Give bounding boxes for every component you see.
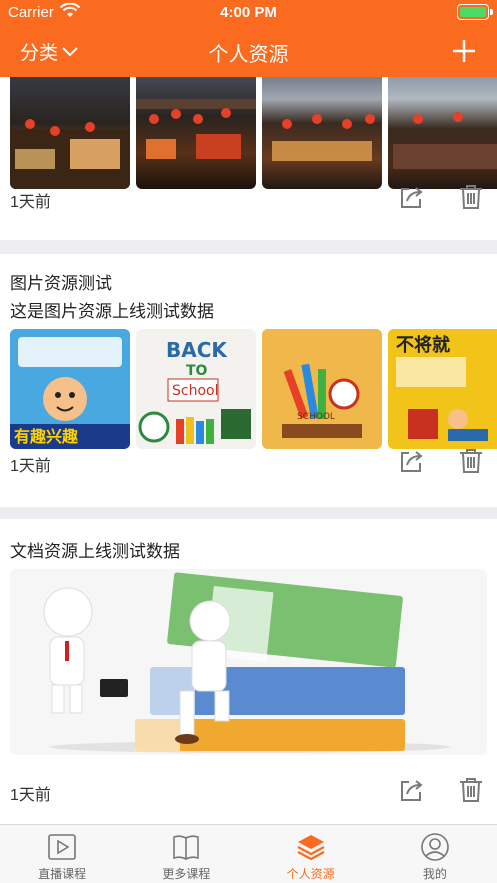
tab-me[interactable]: 我的 <box>373 825 497 883</box>
svg-text:School: School <box>172 383 218 399</box>
image-thumbnail[interactable] <box>10 77 130 189</box>
svg-text:TO: TO <box>186 363 208 379</box>
status-bar: Carrier 4:00 PM <box>0 0 497 26</box>
share-icon[interactable] <box>397 776 425 804</box>
image-thumbnail[interactable]: SCHOOL <box>262 329 382 449</box>
resource-card[interactable]: 1天前 <box>0 77 497 240</box>
tab-more-courses[interactable]: 更多课程 <box>124 825 248 883</box>
play-icon <box>48 834 76 860</box>
resource-list[interactable]: 1天前 图片资源测试 这是图片资源上线测试数据 有趣兴趣 BACK TO Sch… <box>0 77 497 824</box>
card-actions <box>397 447 485 475</box>
tab-personal-resources[interactable]: 个人资源 <box>249 825 373 883</box>
resource-card[interactable]: 文档资源上线测试数据 1天前 <box>0 519 497 824</box>
top-bar: Carrier 4:00 PM 分类 个人资源 <box>0 0 497 77</box>
image-gallery: 有趣兴趣 BACK TO School SCHOOL 不将就 <box>10 329 497 449</box>
share-icon[interactable] <box>397 447 425 475</box>
tab-label: 更多课程 <box>162 867 211 881</box>
share-icon[interactable] <box>397 183 425 211</box>
image-thumbnail[interactable]: BACK TO School <box>136 329 256 449</box>
battery-icon <box>457 4 493 20</box>
tab-bar: 直播课程 更多课程 个人资源 我的 <box>0 824 497 883</box>
user-icon <box>421 833 449 861</box>
image-thumbnail[interactable]: 不将就 <box>388 329 497 449</box>
card-title: 文档资源上线测试数据 <box>10 542 180 561</box>
card-actions <box>397 776 485 804</box>
card-actions <box>397 183 485 211</box>
card-time: 1天前 <box>10 194 51 211</box>
image-thumbnail[interactable] <box>262 77 382 189</box>
trash-icon[interactable] <box>457 776 485 804</box>
trash-icon[interactable] <box>457 183 485 211</box>
svg-text:有趣兴趣: 有趣兴趣 <box>14 427 79 446</box>
layers-icon <box>297 835 325 861</box>
page-title: 个人资源 <box>208 44 289 66</box>
tab-live-courses[interactable]: 直播课程 <box>0 825 124 883</box>
svg-text:SCHOOL: SCHOOL <box>297 412 335 422</box>
image-gallery <box>10 77 497 189</box>
tab-label: 直播课程 <box>38 867 87 881</box>
document-cover-image[interactable] <box>10 569 487 755</box>
resource-card[interactable]: 图片资源测试 这是图片资源上线测试数据 有趣兴趣 BACK TO School … <box>0 254 497 507</box>
add-icon[interactable] <box>451 38 477 64</box>
image-thumbnail[interactable] <box>136 77 256 189</box>
card-time: 1天前 <box>10 787 51 804</box>
card-description: 这是图片资源上线测试数据 <box>10 302 214 321</box>
svg-text:不将就: 不将就 <box>396 334 450 356</box>
tab-label: 我的 <box>422 867 447 881</box>
navigation-bar: 分类 个人资源 <box>0 26 497 77</box>
tab-label: 个人资源 <box>286 867 335 881</box>
book-icon <box>173 835 200 860</box>
status-time: 4:00 PM <box>220 4 277 21</box>
trash-icon[interactable] <box>457 447 485 475</box>
card-title: 图片资源测试 <box>10 274 112 293</box>
card-time: 1天前 <box>10 458 51 475</box>
svg-text:BACK: BACK <box>166 338 228 362</box>
image-thumbnail[interactable] <box>388 77 497 189</box>
image-thumbnail[interactable]: 有趣兴趣 <box>10 329 130 449</box>
